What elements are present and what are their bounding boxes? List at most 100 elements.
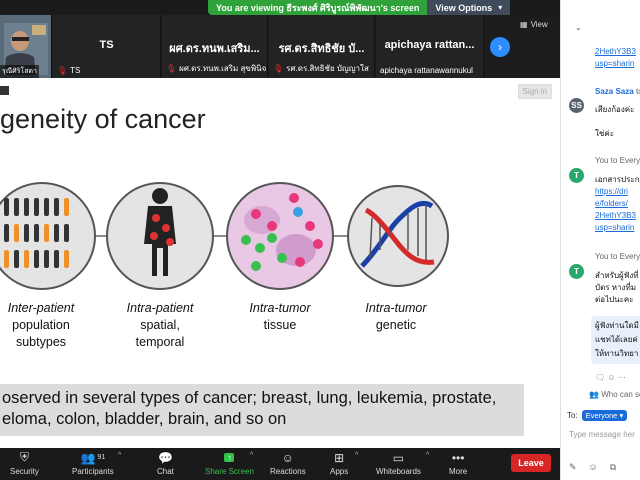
apps-button[interactable]: ⊞ Apps — [330, 450, 348, 477]
mic-muted-icon: 🎙 — [166, 64, 177, 73]
chat-message: แชทได้เลยค่ — [595, 335, 638, 344]
smiley-icon[interactable]: ☺ — [589, 462, 598, 473]
chat-message: ให้ทานวิทยา — [595, 349, 639, 358]
apps-icon: ⊞ — [334, 450, 345, 465]
shield-icon: ⛨ — [19, 450, 29, 464]
participant-tile-camera[interactable]: รุณีศิริโสดา — [0, 15, 52, 78]
screenshot-icon[interactable]: ⧉ — [610, 462, 616, 473]
avatar: SS — [569, 98, 584, 113]
viewing-banner-text: You are viewing ธีระพงศ์ ศิริบูรณ์พิพัฒน… — [216, 2, 420, 13]
chat-link[interactable]: e/folders/ — [595, 198, 628, 209]
participant-tile-camera-label: รุณีศิริโสดา — [0, 65, 39, 78]
participant-tile-sermsuk[interactable]: ผศ.ดร.ทนพ.เสริม... 🎙 ผศ.ดร.ทนพ.เสริม สุขพ… — [162, 15, 268, 78]
footnote-line-1: oserved in several types of cancer; brea… — [2, 389, 497, 407]
caption-intra-tumor-tissue: Intra-tumor tissue — [249, 301, 311, 332]
participant-strip: รุณีศิริโสดา TS 🎙 TS ผศ.ดร.ทนพ.เสริม... 🎙… — [0, 15, 560, 78]
recipient-row: To: Everyone ▾ — [567, 410, 628, 421]
leave-button[interactable]: Leave — [511, 454, 551, 472]
chat-button[interactable]: 💬 Chat — [157, 450, 174, 477]
viewing-banner: You are viewing ธีระพงศ์ ศิริบูรณ์พิพัฒน… — [208, 0, 511, 15]
chevron-up-icon[interactable]: ^ — [250, 452, 253, 459]
chat-input-tools: ✎ ☺ ⧉ — [569, 462, 616, 473]
share-screen-button[interactable]: ↑ Share Screen — [205, 450, 254, 476]
chevron-up-icon[interactable]: ^ — [355, 452, 358, 459]
slide-footnote: oserved in several types of cancer; brea… — [0, 384, 524, 436]
who-can-see[interactable]: 👥 Who can see — [589, 390, 640, 399]
participant-label: apichaya rattanawannukul — [380, 66, 473, 75]
chat-panel: ⌄ 2HethY3B3 usp=sharin Saza Saza to SS เ… — [560, 0, 640, 480]
more-button[interactable]: ••• More — [449, 450, 467, 477]
share-screen-icon: ↑ — [224, 450, 235, 465]
chat-message: ต่อไปนะคะ — [595, 295, 634, 304]
shared-screen: Sign in geneity of cancer Inter-patient … — [0, 78, 560, 448]
whiteboards-button[interactable]: ▭ Whiteboards — [376, 450, 421, 477]
next-page-button[interactable]: › — [490, 37, 510, 57]
reactions-button[interactable]: ☺ Reactions — [270, 450, 306, 477]
message-actions[interactable]: 🗨 ☺ ⋯ — [595, 372, 626, 383]
footnote-line-2: eloma, colon, bladder, brain, and so on — [2, 410, 287, 428]
chat-message: บัตร หางที่ม — [595, 283, 637, 292]
participants-button[interactable]: 👥 91 Participants — [72, 450, 114, 477]
chat-link[interactable]: 2HethY3B3 — [595, 210, 636, 221]
recipient-select[interactable]: Everyone ▾ — [581, 410, 628, 421]
illustration-captions: Inter-patient population subtypes Intra-pa… — [0, 300, 560, 360]
more-icon: ••• — [451, 450, 465, 465]
grid-icon: ▦ — [520, 20, 528, 29]
to-label: To: — [567, 411, 578, 420]
format-icon[interactable]: ✎ — [569, 462, 577, 473]
tissue-circle — [226, 182, 334, 290]
participant-name: รศ.ดร.สิทธิชัย บั... — [278, 43, 365, 55]
people-icon: 👥 91 — [80, 450, 106, 465]
chat-message: สำหรับผู้ฟังที่ — [595, 271, 639, 280]
caption-intra-patient: Intra-patient spatial, temporal — [126, 301, 194, 349]
chat-message: ผู้ฟังท่านใดมี — [595, 321, 639, 330]
avatar: T — [569, 168, 584, 183]
chat-recipient: You to Every — [595, 156, 640, 165]
chat-sender: Saza Saza to — [595, 87, 640, 96]
caption-intra-tumor-genetic: Intra-tumor genetic — [365, 301, 427, 332]
chat-message: ใช่ค่ะ — [595, 129, 614, 138]
mic-muted-icon: 🎙 — [57, 66, 68, 75]
zoom-window: You are viewing ธีระพงศ์ ศิริบูรณ์พิพัฒน… — [0, 0, 640, 480]
participant-tile-ts[interactable]: TS 🎙 TS — [53, 15, 161, 78]
meeting-toolbar: ⛨ Security 👥 91 Participants ^ 💬 Chat ↑ S… — [0, 448, 560, 480]
chat-input[interactable]: Type message her — [569, 430, 635, 439]
participant-label: 🎙 ผศ.ดร.ทนพ.เสริม สุขพินิจ — [166, 64, 267, 73]
participant-tile-sittichai[interactable]: รศ.ดร.สิทธิชัย บั... 🎙 รศ.ดร.สิทธิชัย บัญ… — [269, 15, 375, 78]
mic-muted-icon: 🎙 — [273, 64, 284, 73]
participant-label: 🎙 TS — [57, 66, 81, 75]
view-button[interactable]: ▦ View — [520, 20, 548, 29]
view-options-label: View Options — [435, 2, 493, 13]
participant-name: apichaya rattan... — [384, 39, 475, 51]
smiley-icon: ☺ — [281, 450, 294, 465]
security-button[interactable]: ⛨ Security — [10, 450, 39, 476]
chat-recipient: You to Every — [595, 252, 640, 261]
participant-name: ผศ.ดร.ทนพ.เสริม... — [169, 43, 260, 55]
population-circle — [0, 182, 96, 290]
chat-link[interactable]: usp=sharin — [595, 222, 634, 233]
chat-message: เอกสารประก — [595, 175, 640, 184]
chevron-down-icon: ▾ — [498, 3, 503, 12]
chevron-right-icon: › — [498, 40, 502, 54]
chevron-up-icon[interactable]: ^ — [118, 452, 121, 459]
chat-message: เสียงก้องค่ะ — [595, 105, 635, 114]
body-circle — [106, 182, 214, 290]
chat-link[interactable]: https://dri — [595, 186, 628, 197]
participant-tile-apichaya[interactable]: apichaya rattan... apichaya rattanawannu… — [376, 15, 484, 78]
chevron-up-icon[interactable]: ^ — [426, 452, 429, 459]
caption-inter-patient: Inter-patient population subtypes — [7, 301, 75, 349]
chevron-down-icon[interactable]: ⌄ — [575, 22, 582, 33]
participant-name: TS — [99, 39, 114, 51]
avatar: T — [569, 264, 584, 279]
view-options-button[interactable]: View Options ▾ — [427, 0, 511, 15]
slide-marker — [0, 86, 9, 95]
participants-count: 91 — [97, 454, 106, 461]
dna-circle — [347, 185, 449, 287]
chat-link[interactable]: 2HethY3B3 — [595, 46, 636, 57]
chat-link[interactable]: usp=sharin — [595, 58, 634, 69]
participant-label: 🎙 รศ.ดร.สิทธิชัย บัญญาใส — [273, 64, 369, 73]
sign-in-button[interactable]: Sign in — [517, 84, 552, 99]
people-icon: 👥 — [589, 390, 599, 399]
whiteboard-icon: ▭ — [392, 450, 405, 465]
chat-icon: 💬 — [157, 450, 173, 465]
